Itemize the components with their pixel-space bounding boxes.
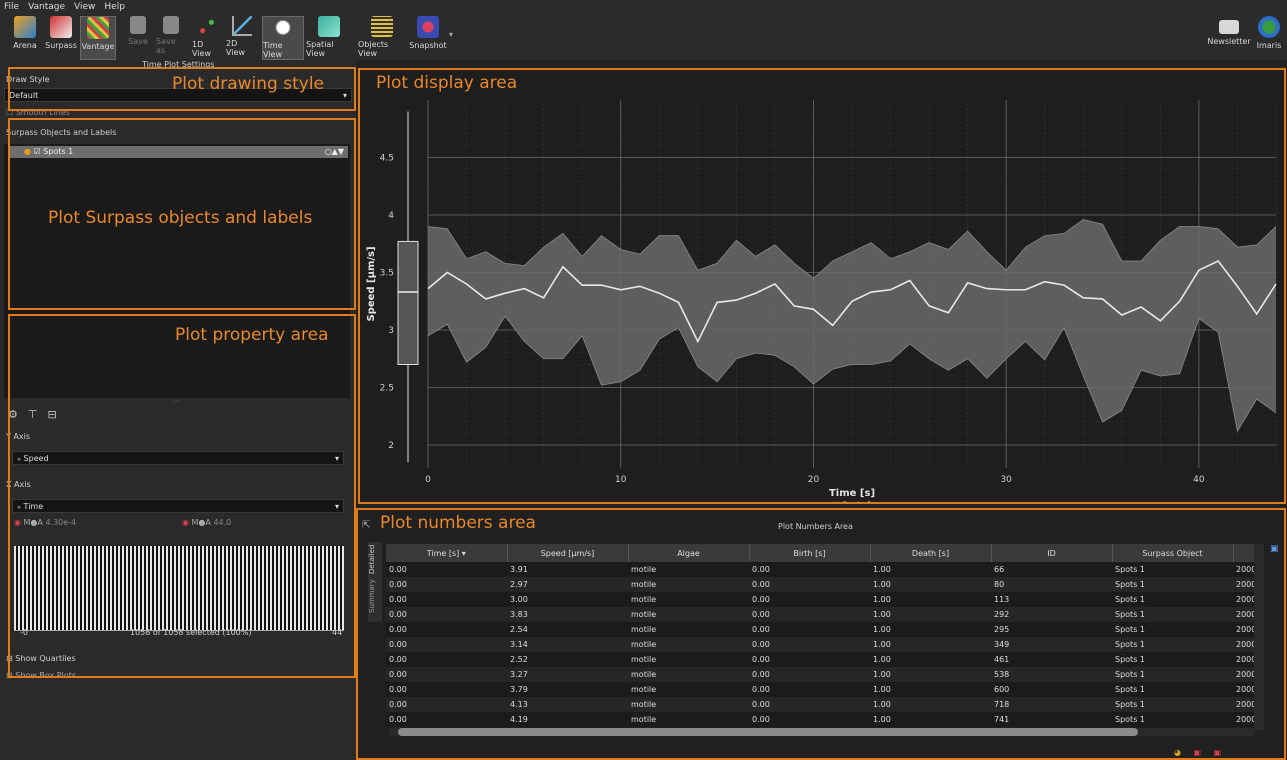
view-2d-button[interactable]: 2D View xyxy=(226,16,258,58)
arena-button[interactable]: Arena xyxy=(10,16,40,58)
numbers-annotation: Plot numbers area xyxy=(380,513,536,533)
arena-icon xyxy=(14,16,36,38)
view-2d-icon xyxy=(232,16,252,36)
surpass-button[interactable]: Surpass xyxy=(44,16,78,58)
view-1d-button[interactable]: 1D View xyxy=(192,16,222,58)
snapshot-button[interactable]: Snapshot xyxy=(409,16,447,58)
time-view-button[interactable]: Time View xyxy=(262,16,304,60)
property-annotation-box xyxy=(8,314,356,678)
objects-view-icon xyxy=(371,16,393,37)
surpass-annotation: Plot Surpass objects and labels xyxy=(48,208,313,228)
toolbar: Arena Surpass Vantage Save Save as 1D Vi… xyxy=(0,14,1287,60)
view-1d-icon xyxy=(196,16,218,37)
snapshot-dropdown-icon[interactable]: ▾ xyxy=(449,30,453,39)
imaris-button[interactable]: Imaris xyxy=(1254,16,1284,58)
vantage-icon xyxy=(87,17,109,39)
spatial-view-button[interactable]: Spatial View xyxy=(306,16,352,58)
snapshot-icon xyxy=(417,16,439,38)
menu-view[interactable]: View xyxy=(74,0,95,14)
objects-view-button[interactable]: Objects View xyxy=(358,16,406,58)
globe-icon xyxy=(1258,16,1280,38)
spatial-view-icon xyxy=(318,16,340,37)
save-as-button[interactable]: Save as xyxy=(156,16,186,58)
draw-style-annotation: Plot drawing style xyxy=(172,74,325,94)
stopwatch-icon xyxy=(272,17,294,38)
save-as-icon xyxy=(163,16,179,34)
property-annotation: Plot property area xyxy=(175,325,329,345)
surpass-icon xyxy=(50,16,72,38)
menu-file[interactable]: File xyxy=(4,0,19,14)
vantage-button[interactable]: Vantage xyxy=(80,16,116,60)
save-icon xyxy=(130,16,146,34)
display-annotation-box xyxy=(358,68,1286,504)
newsletter-button[interactable]: Newsletter xyxy=(1207,16,1251,58)
menu-bar: File Vantage View Help xyxy=(0,0,1287,14)
save-button[interactable]: Save xyxy=(126,16,150,58)
display-annotation: Plot display area xyxy=(376,73,518,93)
numbers-annotation-box xyxy=(356,508,1286,760)
menu-help[interactable]: Help xyxy=(104,0,125,14)
menu-vantage[interactable]: Vantage xyxy=(28,0,65,14)
envelope-icon xyxy=(1219,20,1239,34)
